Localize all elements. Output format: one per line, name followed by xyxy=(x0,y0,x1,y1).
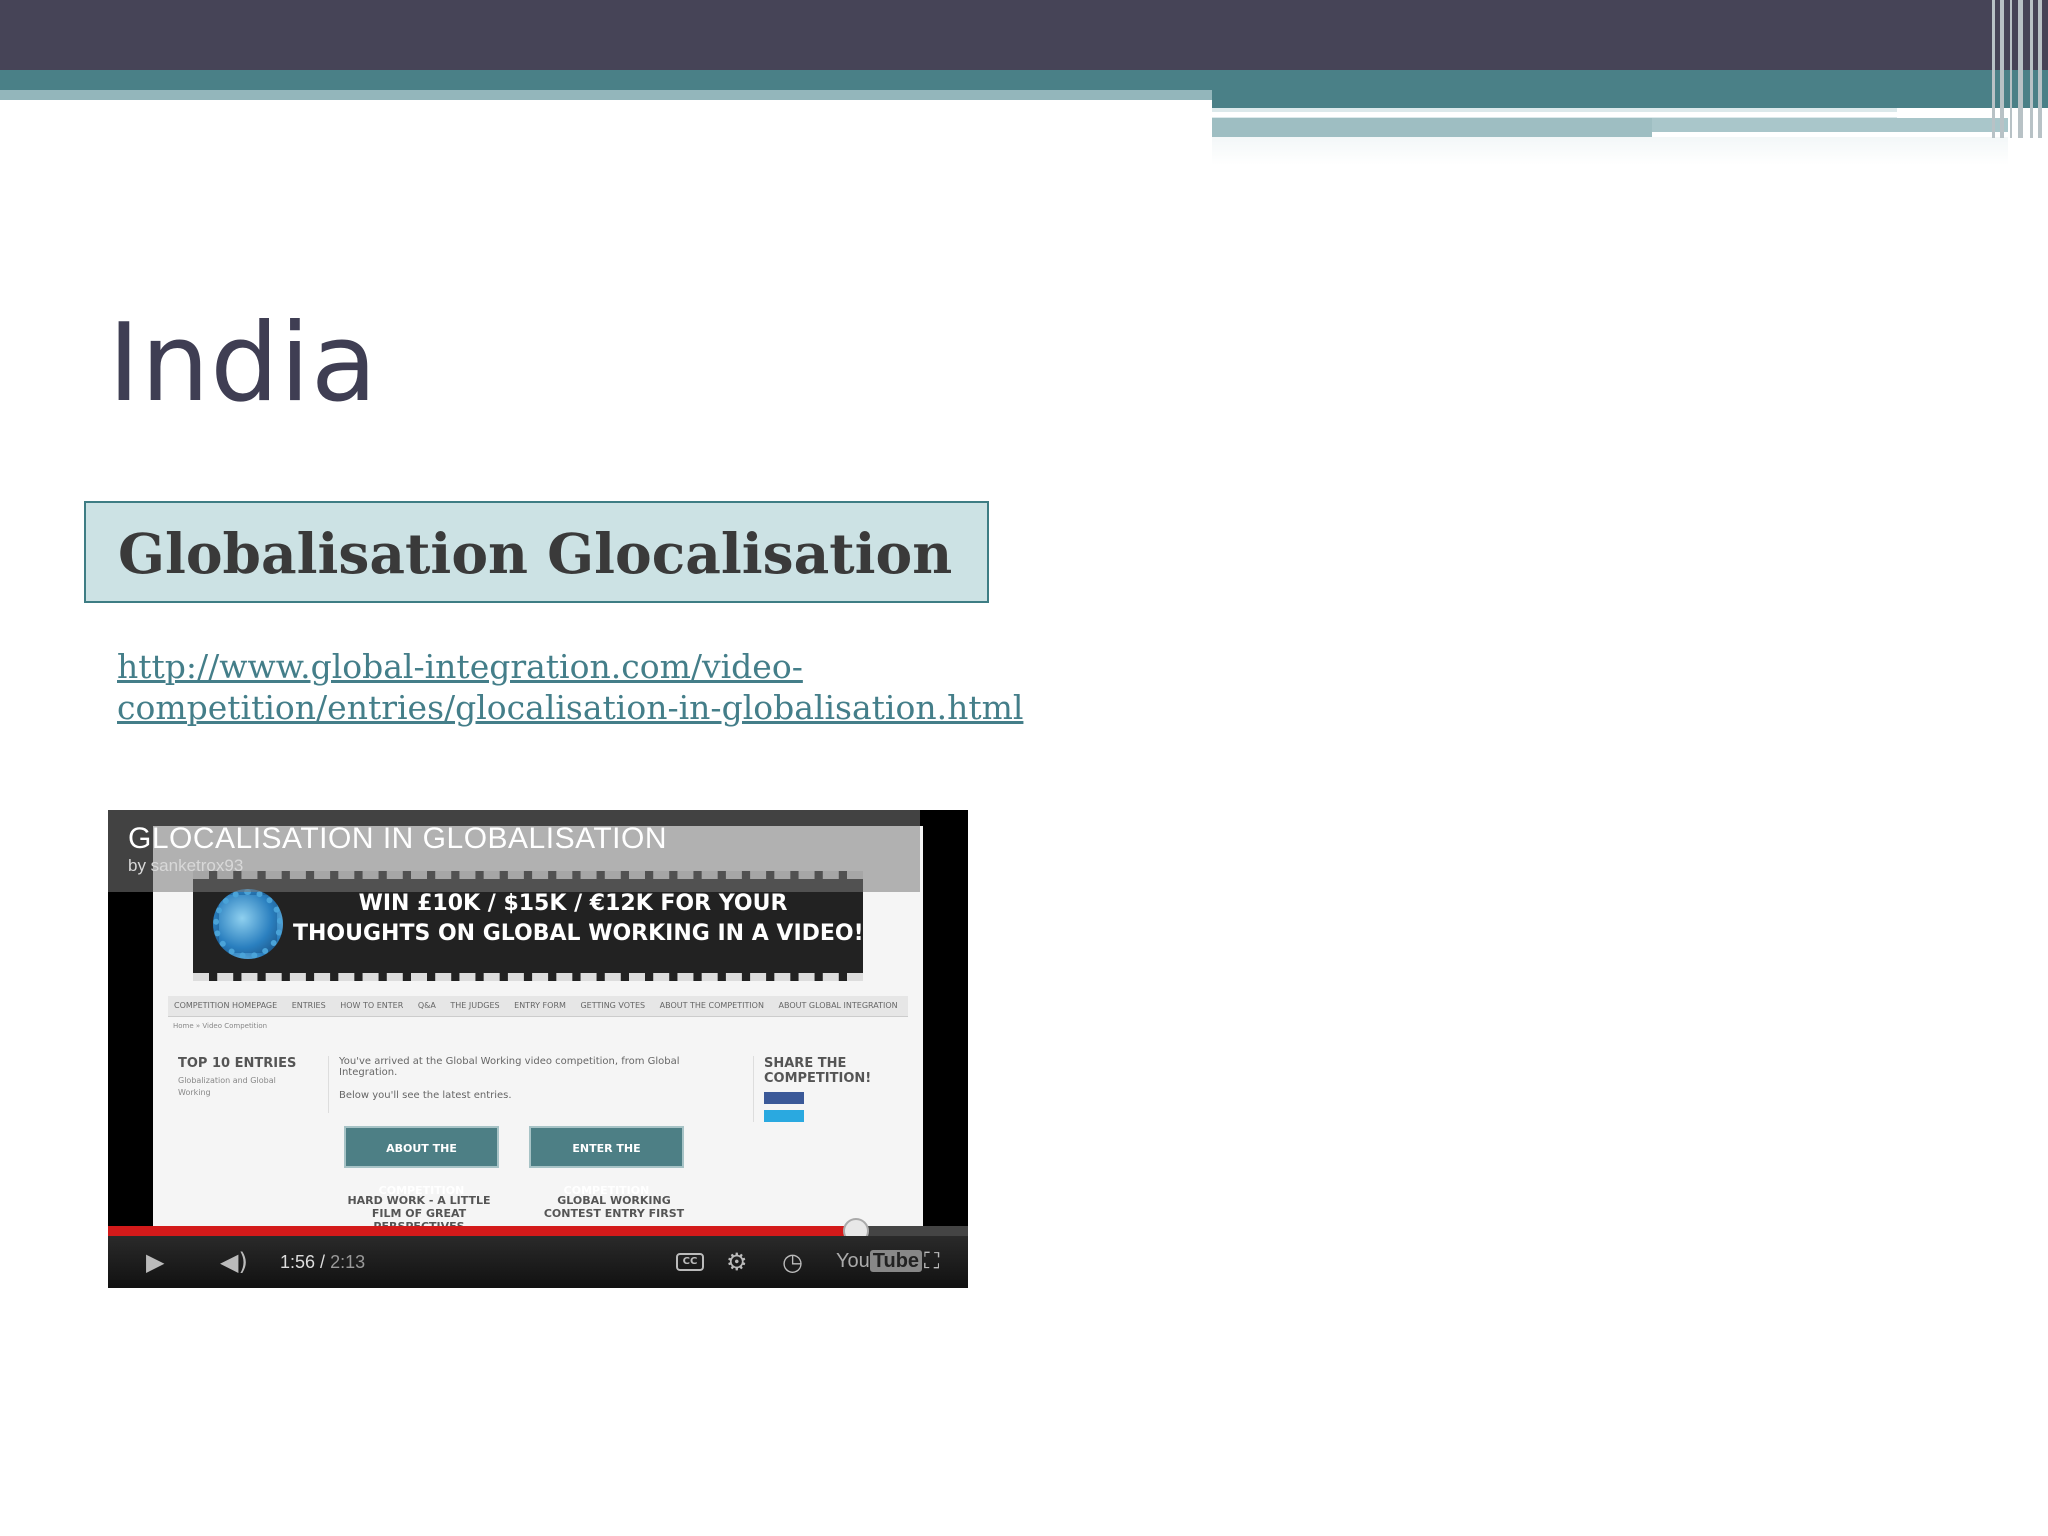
nav-item: ENTRIES xyxy=(291,1001,326,1010)
header-band-right-light xyxy=(1212,118,1652,137)
video-time: 1:56 / 2:13 xyxy=(280,1252,366,1272)
header-band-right-teal xyxy=(1212,90,2048,108)
top-entries-heading: TOP 10 ENTRIES xyxy=(178,1056,297,1071)
header-band-right-pale xyxy=(1652,118,2008,132)
current-time: 1:56 xyxy=(280,1252,316,1272)
about-competition-button: ABOUT THE COMPETITION xyxy=(344,1126,499,1197)
nav-item: Q&A xyxy=(417,1001,436,1010)
youtube-logo-you: You xyxy=(836,1250,870,1272)
intro-text: You've arrived at the Global Working vid… xyxy=(339,1056,680,1078)
captions-icon[interactable]: CC xyxy=(676,1253,704,1271)
video-player[interactable]: WIN £10K / $15K / €12K FOR YOUR THOUGHTS… xyxy=(108,810,968,1288)
source-link[interactable]: http://www.global-integration.com/video-… xyxy=(117,646,1023,728)
settings-gear-icon[interactable]: ⚙ xyxy=(726,1248,748,1276)
video-progress-bar[interactable] xyxy=(108,1218,968,1244)
globe-logo-icon xyxy=(213,889,283,959)
youtube-logo-tube: Tube xyxy=(869,1250,923,1272)
source-link-line-1[interactable]: http://www.global-integration.com/video- xyxy=(117,646,997,687)
header-band-gap xyxy=(0,100,1212,106)
intro-column: You've arrived at the Global Working vid… xyxy=(328,1056,739,1233)
nav-item: COMPETITION HOMEPAGE xyxy=(174,1001,278,1010)
subtitle-box: Globalisation Glocalisation xyxy=(84,501,989,603)
video-duration: 2:13 xyxy=(330,1252,366,1272)
header-band-teal xyxy=(0,70,2048,90)
nav-item: HOW TO ENTER xyxy=(340,1001,404,1010)
webpage-navbar: COMPETITION HOMEPAGE ENTRIES HOW TO ENTE… xyxy=(168,996,908,1017)
banner-line-2: THOUGHTS ON GLOBAL WORKING IN A VIDEO! xyxy=(293,921,864,946)
slide-subtitle: Globalisation Glocalisation xyxy=(118,521,953,586)
enter-competition-button: ENTER THE COMPETITION xyxy=(529,1126,684,1197)
source-link-line-2[interactable]: competition/entries/glocalisation-in-glo… xyxy=(117,687,1023,728)
header-band-right-line xyxy=(1212,112,1897,117)
fullscreen-icon[interactable]: ⛶ xyxy=(924,1248,939,1276)
video-controls: ▶ ◀) 1:56 / 2:13 CC ⚙ ◷ You Tube ⛶ xyxy=(108,1236,968,1288)
video-progress-fill xyxy=(108,1226,857,1236)
share-heading: SHARE THE COMPETITION! xyxy=(764,1056,872,1086)
top-entries-text: Globalization and Global Working xyxy=(178,1076,276,1097)
play-icon[interactable]: ▶ xyxy=(146,1248,164,1276)
intro-text-2: Below you'll see the latest entries. xyxy=(339,1090,512,1101)
header-vertical-stripes xyxy=(1990,0,2048,138)
nav-item: ABOUT THE COMPETITION xyxy=(659,1001,764,1010)
post-title: GLOBAL WORKING CONTEST ENTRY FIRST xyxy=(543,1194,685,1220)
video-byline[interactable]: by sanketrox93 xyxy=(128,856,243,876)
youtube-logo-icon[interactable]: You Tube xyxy=(836,1250,923,1273)
nav-item: GETTING VOTES xyxy=(580,1001,646,1010)
header-fade xyxy=(1212,137,2008,165)
top-entries-column: TOP 10 ENTRIES Globalization and Global … xyxy=(178,1056,308,1099)
nav-item: THE JUDGES xyxy=(450,1001,500,1010)
banner-line-1: WIN £10K / $15K / €12K FOR YOUR xyxy=(358,891,788,916)
facebook-share-icon xyxy=(764,1092,804,1104)
tweet-share-icon xyxy=(764,1110,804,1122)
video-title[interactable]: GLOCALISATION IN GLOBALISATION xyxy=(128,822,667,856)
slide-title: India xyxy=(108,301,379,426)
volume-icon[interactable]: ◀) xyxy=(220,1248,248,1276)
webpage-breadcrumb: Home » Video Competition xyxy=(173,1022,268,1030)
header-band-light xyxy=(0,90,1212,100)
nav-item: ABOUT GLOBAL INTEGRATION xyxy=(778,1001,898,1010)
nav-item: ENTRY FORM xyxy=(514,1001,566,1010)
share-column: SHARE THE COMPETITION! xyxy=(753,1056,914,1122)
header-band-dark xyxy=(0,0,2048,70)
watch-later-clock-icon[interactable]: ◷ xyxy=(782,1248,803,1276)
